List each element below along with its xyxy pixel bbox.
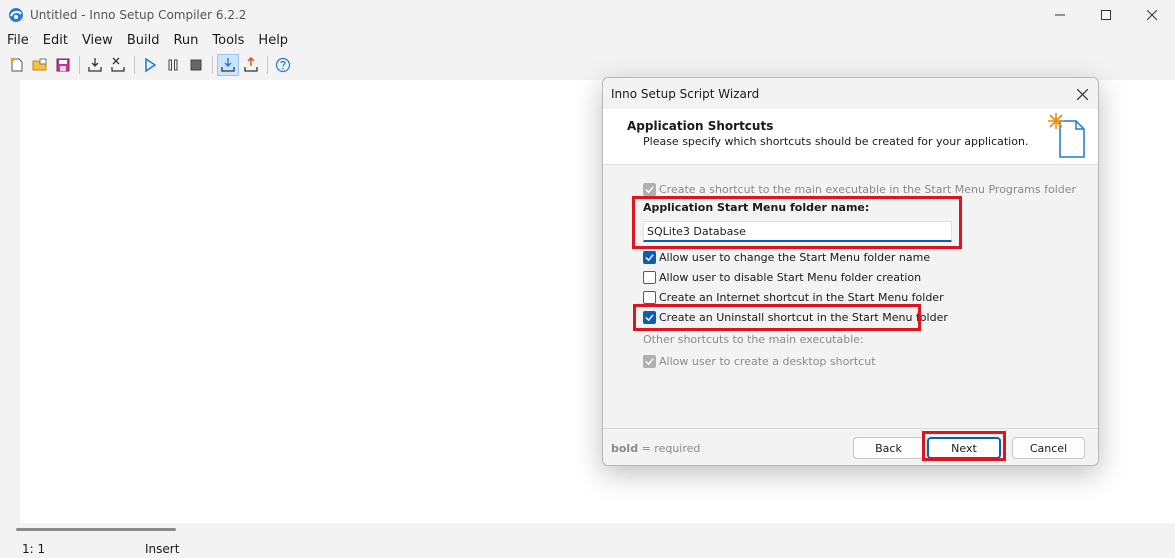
- help-icon: [275, 57, 291, 73]
- main-shortcut-checkbox: [643, 183, 656, 196]
- dialog-close-button[interactable]: [1070, 82, 1094, 106]
- close-icon: [1076, 88, 1088, 100]
- target-setup-button[interactable]: [217, 54, 239, 76]
- save-button[interactable]: [52, 54, 74, 76]
- insert-mode: Insert: [145, 542, 180, 556]
- stop-compile-icon: [111, 57, 125, 72]
- window-controls: [1037, 0, 1175, 30]
- checkmark-icon: [645, 186, 654, 194]
- menu-view[interactable]: View: [75, 33, 120, 48]
- dialog-body: Create a shortcut to the main executable…: [603, 164, 1098, 428]
- desktop-shortcut-checkbox: [643, 355, 656, 368]
- page-subheading: Please specify which shortcuts should be…: [643, 135, 1029, 148]
- new-file-icon: [10, 57, 23, 72]
- menu-tools[interactable]: Tools: [205, 33, 251, 48]
- cursor-position: 1: 1: [22, 542, 46, 556]
- editor-gutter: [0, 80, 20, 523]
- wizard-document-icon: [1048, 113, 1085, 158]
- internet-shortcut-checkbox[interactable]: [643, 291, 656, 304]
- status-bar: 1: 1 Insert: [0, 538, 1175, 558]
- menu-edit[interactable]: Edit: [36, 33, 75, 48]
- allow-change-checkbox[interactable]: [643, 251, 656, 264]
- new-file-button[interactable]: [6, 54, 28, 76]
- minimize-button[interactable]: [1037, 0, 1083, 30]
- minimize-icon: [1055, 14, 1065, 16]
- menu-run[interactable]: Run: [166, 33, 205, 48]
- menu-bar: File Edit View Build Run Tools Help: [0, 30, 1175, 50]
- folder-name-input[interactable]: [643, 221, 952, 242]
- horizontal-scrollbar[interactable]: [16, 528, 176, 531]
- other-shortcuts-label: Other shortcuts to the main executable:: [643, 333, 864, 346]
- target-uninstall-button[interactable]: [240, 54, 262, 76]
- toolbar: [0, 52, 1175, 78]
- compile-button[interactable]: [84, 54, 106, 76]
- dialog-title: Inno Setup Script Wizard: [611, 86, 760, 101]
- main-shortcut-option: Create a shortcut to the main executable…: [643, 183, 1076, 196]
- stop-button[interactable]: [185, 54, 207, 76]
- close-icon: [1147, 10, 1157, 20]
- compile-icon: [88, 58, 102, 72]
- pause-button[interactable]: [162, 54, 184, 76]
- allow-change-label: Allow user to change the Start Menu fold…: [659, 251, 931, 264]
- inno-setup-app-icon: [9, 8, 23, 22]
- allow-disable-label: Allow user to disable Start Menu folder …: [659, 271, 922, 284]
- close-window-button[interactable]: [1129, 0, 1175, 30]
- main-shortcut-label: Create a shortcut to the main executable…: [659, 183, 1077, 196]
- toolbar-separator: [134, 56, 135, 74]
- script-wizard-dialog: Inno Setup Script Wizard Application Sho…: [602, 77, 1099, 466]
- menu-build[interactable]: Build: [120, 33, 167, 48]
- checkmark-icon: [645, 314, 654, 322]
- dialog-header: Application Shortcuts Please specify whi…: [603, 109, 1098, 164]
- back-button[interactable]: Back: [853, 437, 924, 459]
- toolbar-separator: [267, 56, 268, 74]
- pause-icon: [168, 59, 178, 71]
- cancel-button[interactable]: Cancel: [1012, 437, 1085, 459]
- menu-file[interactable]: File: [0, 33, 36, 48]
- uninstall-shortcut-checkbox[interactable]: [643, 311, 656, 324]
- desktop-shortcut-option: Allow user to create a desktop shortcut: [643, 355, 876, 368]
- checkmark-icon: [645, 254, 654, 262]
- toolbar-separator: [79, 56, 80, 74]
- open-button[interactable]: [29, 54, 51, 76]
- page-heading: Application Shortcuts: [627, 119, 774, 133]
- uninstall-shortcut-option[interactable]: Create an Uninstall shortcut in the Star…: [643, 311, 948, 324]
- folder-name-label: Application Start Menu folder name:: [643, 201, 870, 214]
- uninstall-shortcut-label: Create an Uninstall shortcut in the Star…: [659, 311, 948, 324]
- allow-disable-option[interactable]: Allow user to disable Start Menu folder …: [643, 271, 921, 284]
- run-icon: [145, 57, 157, 73]
- next-button[interactable]: Next: [927, 437, 1001, 459]
- dialog-footer: bold = required Back Next Cancel: [603, 428, 1098, 465]
- internet-shortcut-option[interactable]: Create an Internet shortcut in the Start…: [643, 291, 944, 304]
- required-hint-bold: bold: [611, 442, 639, 455]
- help-button[interactable]: [272, 54, 294, 76]
- stop-icon: [190, 59, 202, 71]
- required-hint-text: = required: [638, 442, 701, 455]
- run-button[interactable]: [139, 54, 161, 76]
- window-title: Untitled - Inno Setup Compiler 6.2.2: [30, 8, 247, 22]
- allow-change-option[interactable]: Allow user to change the Start Menu fold…: [643, 251, 930, 264]
- toolbar-separator: [212, 56, 213, 74]
- title-bar: Untitled - Inno Setup Compiler 6.2.2: [0, 0, 1175, 30]
- checkmark-icon: [645, 358, 654, 366]
- open-icon: [32, 58, 47, 71]
- menu-help[interactable]: Help: [251, 33, 295, 48]
- dialog-title-bar: Inno Setup Script Wizard: [603, 78, 1098, 109]
- maximize-button[interactable]: [1083, 0, 1129, 30]
- save-icon: [56, 58, 70, 72]
- stop-compile-button[interactable]: [107, 54, 129, 76]
- internet-shortcut-label: Create an Internet shortcut in the Start…: [659, 291, 944, 304]
- target-setup-icon: [221, 58, 235, 72]
- required-hint: bold = required: [611, 442, 700, 455]
- maximize-icon: [1101, 10, 1111, 20]
- allow-disable-checkbox[interactable]: [643, 271, 656, 284]
- desktop-shortcut-label: Allow user to create a desktop shortcut: [659, 355, 876, 368]
- target-uninstall-icon: [244, 57, 258, 72]
